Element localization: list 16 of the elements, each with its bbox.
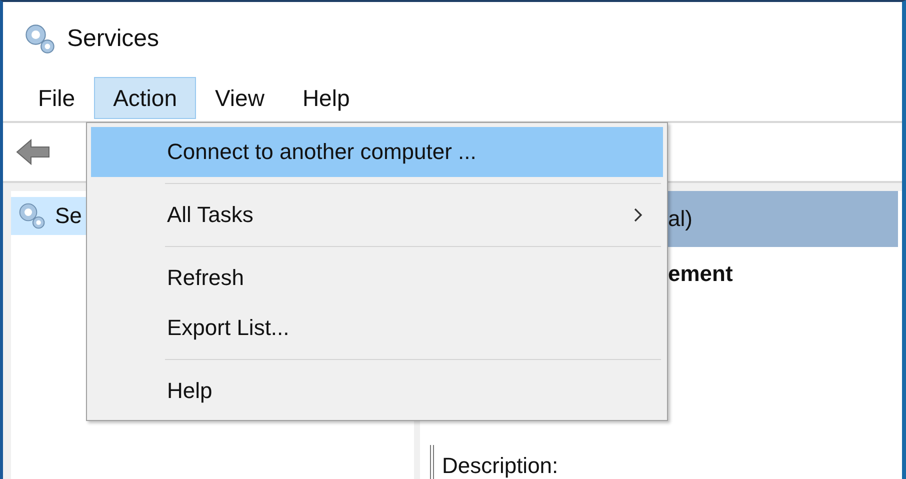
menu-item[interactable]: Help [91,366,663,416]
menu-item[interactable]: Help [283,77,369,119]
gear-icon [17,201,47,231]
menu-item[interactable]: File [19,77,94,119]
service-name: ement [667,260,734,287]
menu-item[interactable]: Action [94,77,196,119]
tree-item[interactable]: Se [11,197,88,235]
menu-item[interactable]: View [196,77,284,119]
menu-item[interactable]: Connect to another computer ... [91,127,663,177]
menu-item[interactable]: Refresh [91,253,663,303]
menu-item[interactable]: Export List... [91,303,663,353]
gear-icon [23,22,57,56]
back-arrow-icon[interactable] [15,138,51,166]
description-label: Description: [442,453,558,478]
chevron-right-icon [633,208,643,222]
window-title: Services [67,24,160,52]
